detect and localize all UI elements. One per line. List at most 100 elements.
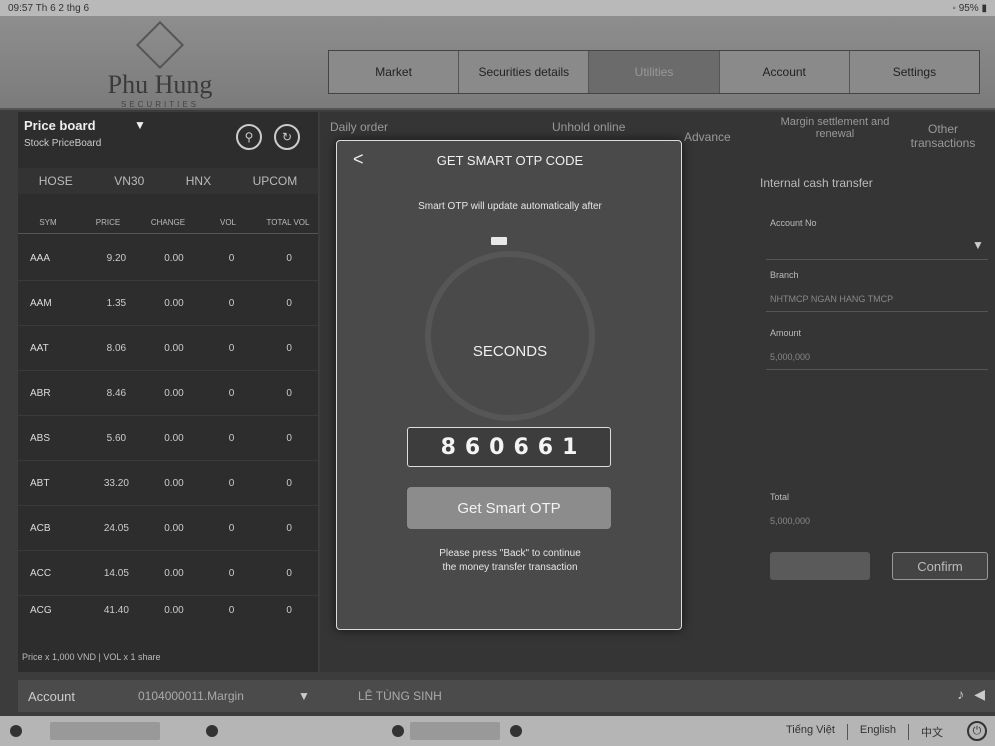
transfer-title: Internal cash transfer [760, 176, 873, 190]
row-vol: 0 [228, 342, 235, 354]
table-row[interactable]: AAA 9.20 0.00 0 0 [18, 236, 318, 281]
refresh-icon[interactable]: ↻ [274, 124, 300, 150]
branch-field [766, 284, 988, 312]
globe-icon[interactable] [392, 725, 404, 737]
col-total-vol[interactable]: TOTAL VOL [258, 218, 318, 227]
account-bar: Account 0104000011.Margin ▼ LÊ TÙNG SINH… [18, 680, 995, 712]
main-nav: Market Securities details Utilities Acco… [328, 50, 980, 94]
market-tab-vn30[interactable]: VN30 [114, 174, 144, 188]
row-vol: 0 [228, 604, 235, 616]
lang-english[interactable]: English [848, 724, 909, 740]
row-sym: AAA [30, 252, 51, 264]
price-table-body: AAA 9.20 0.00 0 0 AAM 1.35 0.00 0 0 AAT … [18, 236, 318, 624]
col-price[interactable]: PRICE [78, 218, 138, 227]
countdown-label: SECONDS [472, 343, 548, 360]
row-change: 0.00 [164, 477, 184, 489]
row-sym: ACB [30, 522, 51, 534]
tab-utilities[interactable]: Utilities [589, 51, 720, 93]
cancel-button[interactable] [770, 552, 870, 580]
row-price: 24.05 [103, 522, 129, 534]
table-row[interactable]: AAM 1.35 0.00 0 0 [18, 281, 318, 326]
col-vol[interactable]: VOL [198, 218, 258, 227]
phone-icon[interactable] [206, 725, 218, 737]
table-row[interactable]: ACG 41.40 0.00 0 0 [18, 596, 318, 624]
app-header: Phu Hung SECURITIES Market Securities de… [0, 16, 995, 110]
market-tabs: HOSE VN30 HNX UPCOM [18, 168, 318, 194]
table-row[interactable]: ABS 5.60 0.00 0 0 [18, 416, 318, 461]
menu-daily-order[interactable]: Daily order [330, 120, 388, 134]
col-sym[interactable]: SYM [18, 218, 78, 227]
row-sym: AAT [30, 342, 49, 354]
priceboard-panel: Price board ▼ Stock PriceBoard ⚲ ↻ HOSE … [18, 112, 318, 672]
amount-label: Amount [770, 328, 802, 338]
logo: Phu Hung SECURITIES [70, 20, 250, 109]
tab-market[interactable]: Market [329, 51, 460, 93]
account-number[interactable]: 0104000011.Margin [138, 689, 298, 703]
megaphone-icon[interactable]: ◀ [974, 686, 985, 703]
search-icon[interactable]: ⚲ [236, 124, 262, 150]
row-price: 8.06 [106, 342, 127, 354]
col-change[interactable]: CHANGE [138, 218, 198, 227]
table-row[interactable]: ABT 33.20 0.00 0 0 [18, 461, 318, 506]
table-row[interactable]: ACB 24.05 0.00 0 0 [18, 506, 318, 551]
row-sym: ACG [30, 604, 52, 616]
menu-advance[interactable]: Advance [684, 130, 731, 144]
confirm-button[interactable]: Confirm [892, 552, 988, 580]
row-total: 0 [286, 432, 292, 444]
menu-other-transactions[interactable]: Other transactions [898, 122, 988, 150]
row-total: 0 [286, 297, 292, 309]
market-tab-hose[interactable]: HOSE [39, 174, 73, 188]
row-vol: 0 [228, 477, 235, 489]
row-change: 0.00 [164, 604, 184, 616]
bell-icon[interactable]: ♪ [957, 686, 964, 703]
priceboard-dropdown-icon[interactable]: ▼ [134, 118, 146, 132]
market-tab-upcom[interactable]: UPCOM [253, 174, 298, 188]
market-tab-hnx[interactable]: HNX [186, 174, 211, 188]
amount-input[interactable] [766, 342, 988, 370]
row-total: 0 [286, 604, 292, 616]
row-sym: ABS [30, 432, 51, 444]
user-icon[interactable] [10, 725, 22, 737]
footer-bar: Tiếng Việt English 中文 ⏻ [0, 716, 995, 746]
row-sym: ABR [30, 387, 51, 399]
status-date: Th 6 2 thg 6 [35, 2, 90, 14]
row-change: 0.00 [164, 342, 184, 354]
account-dropdown-icon[interactable]: ▼ [298, 689, 358, 703]
row-total: 0 [286, 567, 292, 579]
row-price: 8.46 [106, 387, 127, 399]
table-row[interactable]: ACC 14.05 0.00 0 0 [18, 551, 318, 596]
row-vol: 0 [228, 522, 235, 534]
row-change: 0.00 [164, 567, 184, 579]
row-sym: ACC [30, 567, 52, 579]
row-sym: AAM [30, 297, 52, 309]
lang-vietnamese[interactable]: Tiếng Việt [774, 724, 848, 740]
countdown-marker-icon [491, 237, 507, 245]
logo-tagline: SECURITIES [120, 100, 199, 109]
tab-securities-details[interactable]: Securities details [459, 51, 590, 93]
tab-account[interactable]: Account [720, 51, 850, 93]
account-no-select[interactable] [766, 232, 988, 260]
account-bar-actions: ♪ ◀ [957, 686, 985, 703]
menu-unhold-online[interactable]: Unhold online [552, 120, 625, 134]
tab-settings[interactable]: Settings [850, 51, 979, 93]
row-vol: 0 [228, 297, 235, 309]
power-icon[interactable]: ⏻ [967, 721, 987, 741]
price-table-header: SYM PRICE CHANGE VOL TOTAL VOL [18, 212, 318, 234]
row-sym: ABT [30, 477, 50, 489]
otp-code-display: 860661 [407, 427, 611, 467]
branch-label: Branch [770, 270, 799, 280]
row-price: 33.20 [103, 477, 129, 489]
menu-margin-settlement[interactable]: Margin settlement and renewal [780, 116, 890, 140]
lang-chinese[interactable]: 中文 [909, 724, 955, 740]
priceboard-title[interactable]: Price board [24, 118, 96, 133]
table-row[interactable]: AAT 8.06 0.00 0 0 [18, 326, 318, 371]
battery-level: 95% [958, 2, 979, 14]
logo-name: Phu Hung [107, 70, 213, 99]
otp-update-note: Smart OTP will update automatically afte… [418, 201, 602, 212]
get-smart-otp-button[interactable]: Get Smart OTP [407, 487, 611, 529]
chevron-down-icon[interactable]: ▼ [972, 238, 984, 252]
row-vol: 0 [228, 387, 235, 399]
table-row[interactable]: ABR 8.46 0.00 0 0 [18, 371, 318, 416]
row-price: 1.35 [106, 297, 127, 309]
mail-icon[interactable] [510, 725, 522, 737]
